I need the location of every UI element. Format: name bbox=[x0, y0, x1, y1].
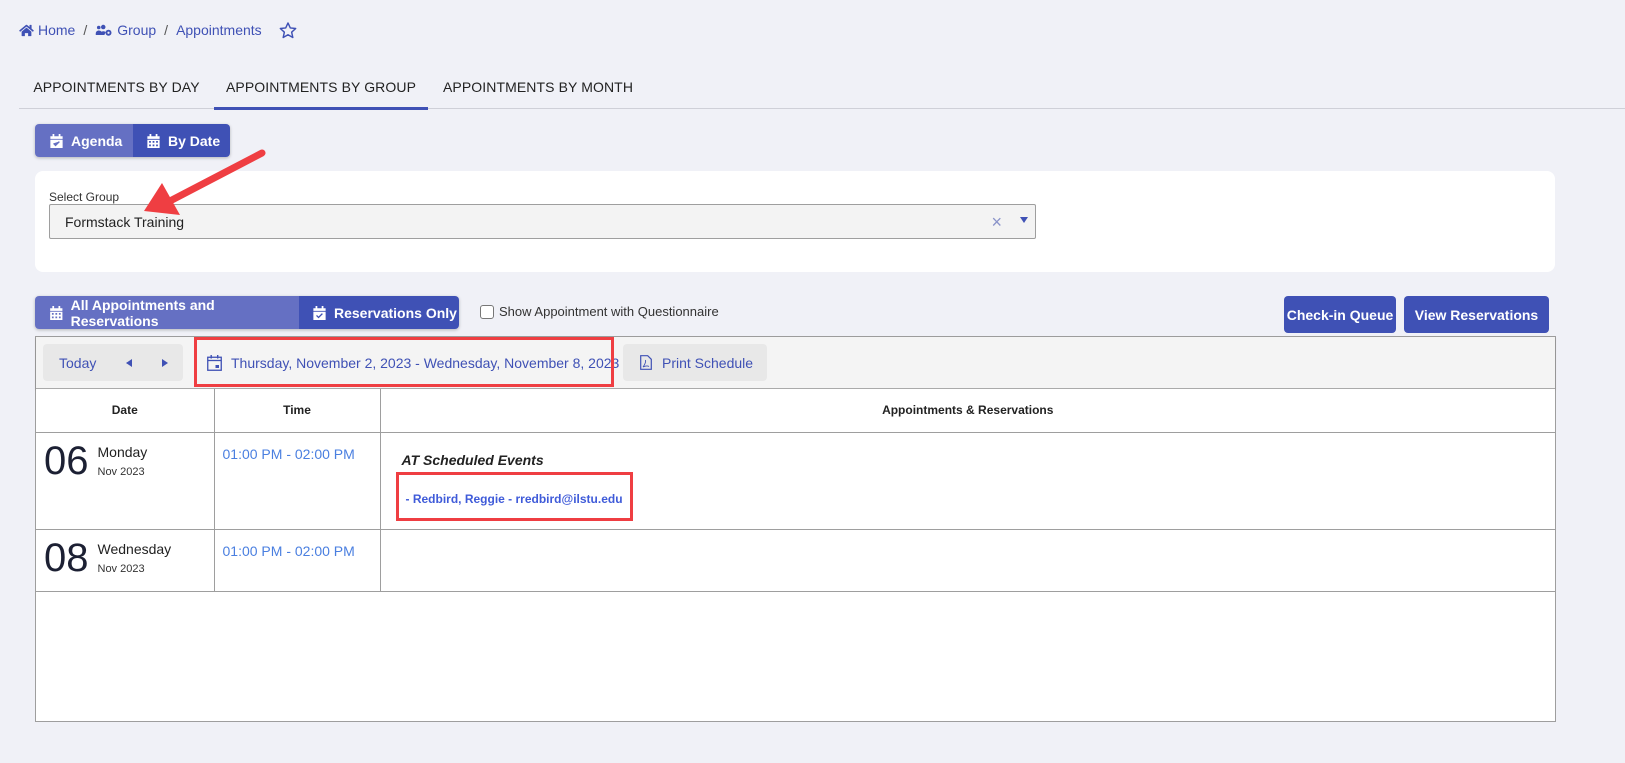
time-slot[interactable]: 01:00 PM - 02:00 PM bbox=[213, 528, 381, 592]
agenda-button[interactable]: Agenda bbox=[35, 124, 133, 157]
month-year-label: Nov 2023 bbox=[97, 465, 145, 478]
today-button[interactable]: Today bbox=[59, 355, 109, 371]
star-icon bbox=[279, 21, 297, 38]
event-title: AT Scheduled Events bbox=[401, 451, 544, 468]
breadcrumb-separator: / bbox=[83, 22, 88, 38]
date-cell: 08 Wednesday Nov 2023 bbox=[36, 528, 215, 592]
questionnaire-checkbox-label: Show Appointment with Questionnaire bbox=[499, 304, 719, 319]
weekday-label: Wednesday bbox=[97, 540, 172, 557]
appointments-cell: AT Scheduled Events - Redbird, Reggie - … bbox=[379, 431, 1556, 530]
month-year-label: Nov 2023 bbox=[97, 562, 145, 575]
reservations-only-label: Reservations Only bbox=[334, 304, 457, 321]
column-header-date: Date bbox=[36, 389, 215, 433]
select-group-label: Select Group bbox=[49, 190, 120, 204]
tab-appointments-by-day[interactable]: APPOINTMENTS BY DAY bbox=[19, 64, 214, 109]
next-week-icon[interactable] bbox=[162, 358, 168, 367]
pdf-file-icon bbox=[640, 355, 652, 370]
reservations-only-button[interactable]: Reservations Only bbox=[299, 296, 459, 329]
reservation-link[interactable]: - Redbird, Reggie - rredbird@ilstu.edu bbox=[406, 492, 1556, 506]
column-header-time: Time bbox=[213, 389, 381, 433]
date-range-picker[interactable]: Thursday, November 2, 2023 - Wednesday, … bbox=[207, 344, 619, 381]
print-schedule-label: Print Schedule bbox=[662, 354, 754, 371]
breadcrumb: Home / Group / Appointments bbox=[19, 20, 298, 40]
all-appointments-label: All Appointments and Reservations bbox=[70, 296, 215, 329]
table-row: 08 Wednesday Nov 2023 01:00 PM - 02:00 P… bbox=[36, 528, 1555, 592]
day-number: 08 bbox=[44, 535, 89, 580]
weekday-label: Monday bbox=[97, 443, 148, 460]
appointments-cell bbox=[379, 528, 1555, 592]
view-reservations-button[interactable]: View Reservations bbox=[1404, 296, 1549, 333]
print-schedule-button[interactable]: Print Schedule bbox=[623, 344, 767, 381]
calendar-icon bbox=[50, 305, 63, 320]
schedule-table: Date Time Appointments & Reservations 06… bbox=[36, 389, 1555, 592]
annotation-arrow-icon bbox=[144, 149, 266, 215]
date-navigation: Today bbox=[43, 344, 183, 381]
chevron-down-icon[interactable] bbox=[1020, 217, 1028, 223]
calendar-icon bbox=[207, 354, 222, 371]
filter-toggle: All Appointments and Reservations Reserv… bbox=[35, 296, 459, 329]
all-appointments-button[interactable]: All Appointments and Reservations bbox=[35, 296, 299, 329]
breadcrumb-home[interactable]: Home bbox=[19, 22, 75, 38]
date-cell: 06 Monday Nov 2023 bbox=[36, 431, 215, 530]
breadcrumb-appointments[interactable]: Appointments bbox=[176, 22, 262, 38]
breadcrumb-separator: / bbox=[164, 22, 169, 38]
tab-appointments-by-month[interactable]: APPOINTMENTS BY MONTH bbox=[428, 64, 648, 109]
tab-bar: APPOINTMENTS BY DAY APPOINTMENTS BY GROU… bbox=[19, 64, 1625, 110]
questionnaire-checkbox-wrapper[interactable]: Show Appointment with Questionnaire bbox=[480, 304, 719, 319]
clear-selection-icon[interactable]: × bbox=[991, 212, 1002, 233]
calendar-check-icon bbox=[50, 133, 63, 148]
breadcrumb-group[interactable]: Group bbox=[95, 22, 156, 38]
check-in-queue-button[interactable]: Check-in Queue bbox=[1284, 296, 1396, 333]
breadcrumb-appointments-label: Appointments bbox=[176, 22, 262, 38]
favorite-button[interactable] bbox=[278, 21, 298, 40]
users-gear-icon bbox=[96, 24, 112, 36]
time-slot[interactable]: 01:00 PM - 02:00 PM bbox=[213, 431, 381, 530]
agenda-label: Agenda bbox=[71, 132, 123, 149]
breadcrumb-home-label: Home bbox=[38, 22, 76, 38]
column-header-appointments: Appointments & Reservations bbox=[379, 389, 1555, 433]
day-number: 06 bbox=[44, 438, 89, 483]
calendar-check-icon bbox=[313, 305, 326, 320]
breadcrumb-group-label: Group bbox=[117, 22, 157, 38]
tab-appointments-by-group[interactable]: APPOINTMENTS BY GROUP bbox=[214, 64, 428, 110]
home-icon bbox=[19, 24, 34, 36]
previous-week-icon[interactable] bbox=[126, 358, 132, 367]
questionnaire-checkbox[interactable] bbox=[480, 304, 494, 319]
table-header-row: Date Time Appointments & Reservations bbox=[36, 389, 1555, 433]
table-row: 06 Monday Nov 2023 01:00 PM - 02:00 PM A… bbox=[36, 431, 1556, 530]
date-range-label: Thursday, November 2, 2023 - Wednesday, … bbox=[231, 354, 620, 371]
